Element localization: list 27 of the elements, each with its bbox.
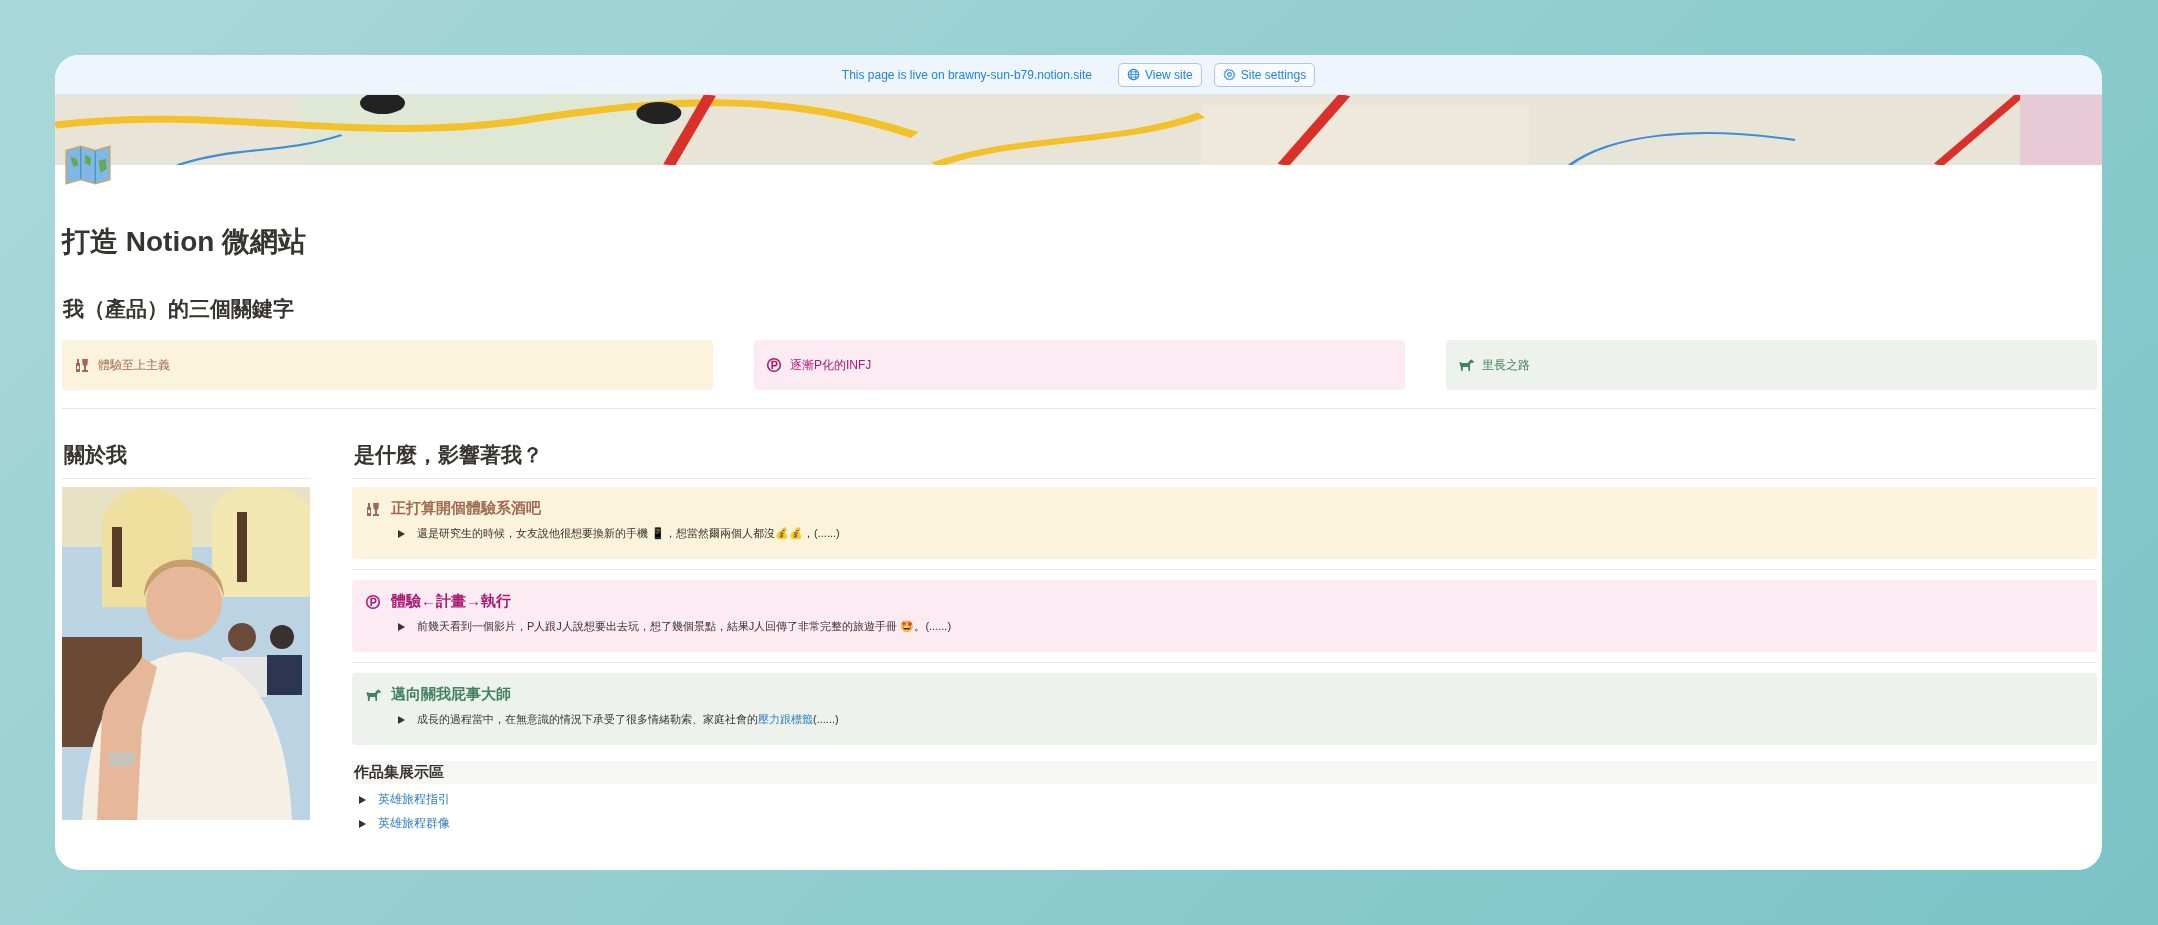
toggle-icon[interactable] (397, 622, 405, 631)
page-link[interactable]: 英雄旅程指引 (378, 791, 450, 808)
callout-title: 邁向關我屁事大師 (391, 685, 511, 704)
section-heading: 我（產品）的三個關鍵字 (63, 296, 295, 322)
callout-title: 正打算開個體驗系酒吧 (391, 499, 541, 518)
column-heading: 是什麼，影響著我？ (354, 442, 544, 468)
settings-icon (1222, 68, 1236, 81)
toggle-icon[interactable] (358, 819, 366, 828)
callout-title: 體驗←計畫→執行 (391, 592, 511, 611)
keyword-text: 里長之路 (1482, 356, 1530, 374)
toggle-text: 成長的過程當中，在無意識的情況下承受了很多情緒勒索、家庭社會的壓力跟標籤(......) (417, 712, 839, 727)
toggle-icon[interactable] (397, 529, 405, 538)
column-heading: 關於我 (64, 442, 128, 468)
keyword-text: 逐漸P化的INFJ (790, 356, 872, 374)
toggle-icon[interactable] (397, 715, 405, 724)
portfolio-heading: 作品集展示區 (352, 761, 2097, 784)
site-button[interactable]: View site (1117, 62, 1202, 87)
toggle-text: 前幾天看到一個影片，P人跟J人說想要出去玩，想了幾個景點，結果J人回傳了非常完整的旅遊手冊 🤩。(......) (417, 619, 952, 634)
page-link[interactable]: 英雄旅程群像 (378, 815, 450, 832)
page-title: 打造 Notion 微網站 (62, 225, 308, 259)
text-link[interactable]: 壓力跟標籤 (758, 713, 813, 725)
site-button[interactable]: Site settings (1213, 62, 1316, 87)
live-notice: This page is live on brawny-sun-b79.notion.site (841, 67, 1092, 82)
globe-icon (1126, 68, 1140, 81)
toggle-icon[interactable] (358, 795, 366, 804)
keyword-text: 體驗至上主義 (98, 356, 170, 374)
toggle-text: 還是研究生的時候，女友說他很想要換新的手機 📱，想當然爾兩個人都沒💰💰，(......) (417, 526, 840, 541)
